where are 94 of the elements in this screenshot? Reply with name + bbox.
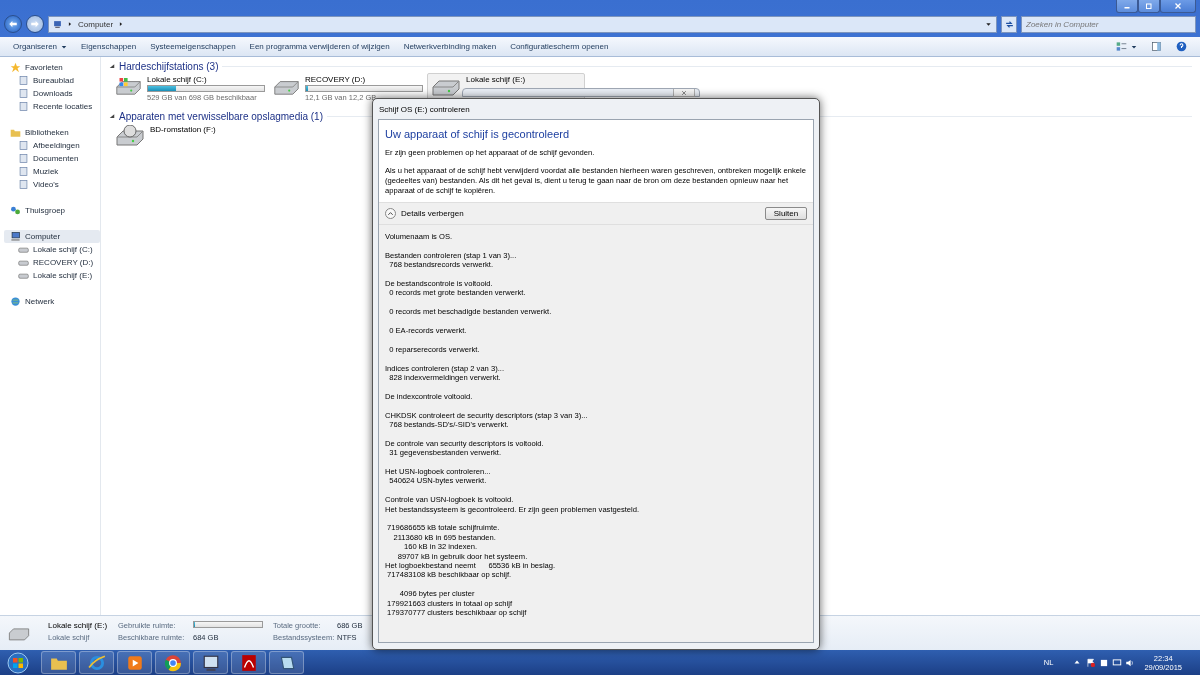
pane-icon — [1151, 41, 1162, 52]
optical-drive-icon — [115, 125, 145, 149]
drive-icon — [18, 257, 29, 268]
library-icon — [18, 140, 29, 151]
search-field[interactable]: Zoeken in Computer — [1021, 15, 1196, 33]
sidebar-item[interactable]: Downloads — [4, 87, 100, 100]
star-icon — [10, 62, 21, 73]
drive-name: Lokale schijf (E:) — [48, 621, 109, 632]
caret-icon — [61, 43, 68, 50]
toolbar-button[interactable]: Organiseren — [6, 37, 75, 56]
folder-icon — [10, 127, 21, 138]
toolbar-button[interactable]: Netwerkverbinding maken — [396, 37, 504, 56]
forward-button[interactable] — [26, 15, 44, 33]
caret-icon — [1131, 43, 1137, 50]
toolbar-button[interactable]: Systeemeigenschappen — [143, 37, 243, 56]
details-toggle[interactable]: Details verbergen — [385, 208, 464, 219]
collapse-icon — [109, 113, 115, 119]
library-icon — [18, 153, 29, 164]
sidebar-item[interactable]: Favorieten — [4, 61, 100, 74]
collapse-icon — [109, 63, 115, 69]
restore-icon — [1145, 2, 1153, 10]
speaker-icon — [1125, 657, 1136, 668]
dialog-title: Schijf OS (E:) controleren — [378, 103, 471, 116]
sidebar-item[interactable]: Netwerk — [4, 295, 100, 308]
toolbar-button[interactable]: Configuratiescherm openen — [503, 37, 616, 56]
play-icon — [125, 653, 144, 672]
close-icon — [681, 89, 687, 96]
drive-tile[interactable]: BD-romstation (F:) — [111, 123, 269, 155]
taskbar-button[interactable] — [193, 651, 228, 674]
sidebar-item[interactable]: Video's — [4, 178, 100, 191]
sidebar-item[interactable]: Bibliotheken — [4, 126, 100, 139]
library-icon — [18, 75, 29, 86]
document-icon — [239, 653, 258, 672]
back-button[interactable] — [4, 15, 22, 33]
sidebar-item[interactable]: Bureaublad — [4, 74, 100, 87]
sidebar-item[interactable]: Thuisgroep — [4, 204, 100, 217]
refresh-button[interactable] — [1001, 15, 1017, 33]
network-icon — [10, 205, 21, 216]
close-button[interactable] — [1160, 0, 1196, 13]
toolbar-button[interactable]: Eigenschappen — [74, 37, 144, 56]
taskbar-button[interactable] — [231, 651, 266, 674]
view-icon — [1116, 41, 1127, 52]
dropdown-icon — [985, 20, 992, 28]
library-icon — [18, 88, 29, 99]
start-orb-icon — [7, 651, 29, 674]
toolbar-button[interactable]: Een programma verwijderen of wijzigen — [242, 37, 397, 56]
restore-button[interactable] — [1138, 0, 1160, 13]
taskbar-button[interactable] — [269, 651, 304, 674]
drive-icon — [18, 244, 29, 255]
sidebar-item[interactable]: Lokale schijf (C:) — [4, 243, 100, 256]
chevron-icon — [67, 21, 73, 27]
drive-icon — [18, 270, 29, 281]
sidebar-item[interactable]: Documenten — [4, 152, 100, 165]
breadcrumb[interactable]: Computer — [78, 19, 114, 29]
dialog-heading: Uw apparaat of schijf is gecontroleerd — [385, 128, 571, 140]
refresh-icon — [1004, 19, 1014, 29]
drive-name: RECOVERY (D:) — [305, 75, 367, 84]
circle-icon — [163, 653, 182, 672]
library-icon — [18, 101, 29, 112]
computer-icon — [53, 19, 62, 29]
taskbar-button[interactable] — [41, 651, 76, 674]
monitor-icon — [201, 653, 220, 672]
drive-name: Lokale schijf (E:) — [466, 75, 526, 84]
computer-icon — [10, 231, 21, 242]
minimize-button[interactable] — [1116, 0, 1138, 13]
drive-name: BD-romstation (F:) — [150, 125, 216, 134]
globe-icon — [10, 296, 21, 307]
help-icon — [1176, 41, 1187, 52]
sidebar-item[interactable]: RECOVERY (D:) — [4, 256, 100, 269]
taskbar-button[interactable] — [117, 651, 152, 674]
sidebar-item[interactable]: Recente locaties — [4, 100, 100, 113]
start-button[interactable] — [4, 650, 32, 675]
sidebar-item[interactable]: Afbeeldingen — [4, 139, 100, 152]
sidebar-item[interactable]: Computer — [4, 230, 100, 243]
network-icon — [1112, 657, 1123, 668]
sidebar-item[interactable]: Lokale schijf (E:) — [4, 269, 100, 282]
sidebar-item[interactable]: Muziek — [4, 165, 100, 178]
browser-icon — [87, 653, 106, 672]
chevron-up-icon — [387, 210, 394, 217]
chevron-icon — [118, 21, 125, 27]
library-icon — [18, 166, 29, 177]
address-bar[interactable]: Computer — [48, 15, 997, 33]
section-heading[interactable]: Hardeschijfstations (3) — [119, 60, 219, 72]
forward-arrow-icon — [30, 19, 40, 29]
back-arrow-icon — [8, 19, 18, 29]
library-icon — [18, 179, 29, 190]
drive-name: Lokale schijf (C:) — [147, 75, 208, 84]
close-icon — [1174, 2, 1182, 10]
section-heading[interactable]: Apparaten met verwisselbare opslagmedia (1) — [119, 110, 323, 122]
flag-icon — [1086, 657, 1097, 668]
close-button[interactable]: Sluiten — [765, 207, 807, 220]
close-button[interactable] — [673, 89, 695, 97]
taskbar-button[interactable] — [79, 651, 114, 674]
taskbar-button[interactable] — [155, 651, 190, 674]
